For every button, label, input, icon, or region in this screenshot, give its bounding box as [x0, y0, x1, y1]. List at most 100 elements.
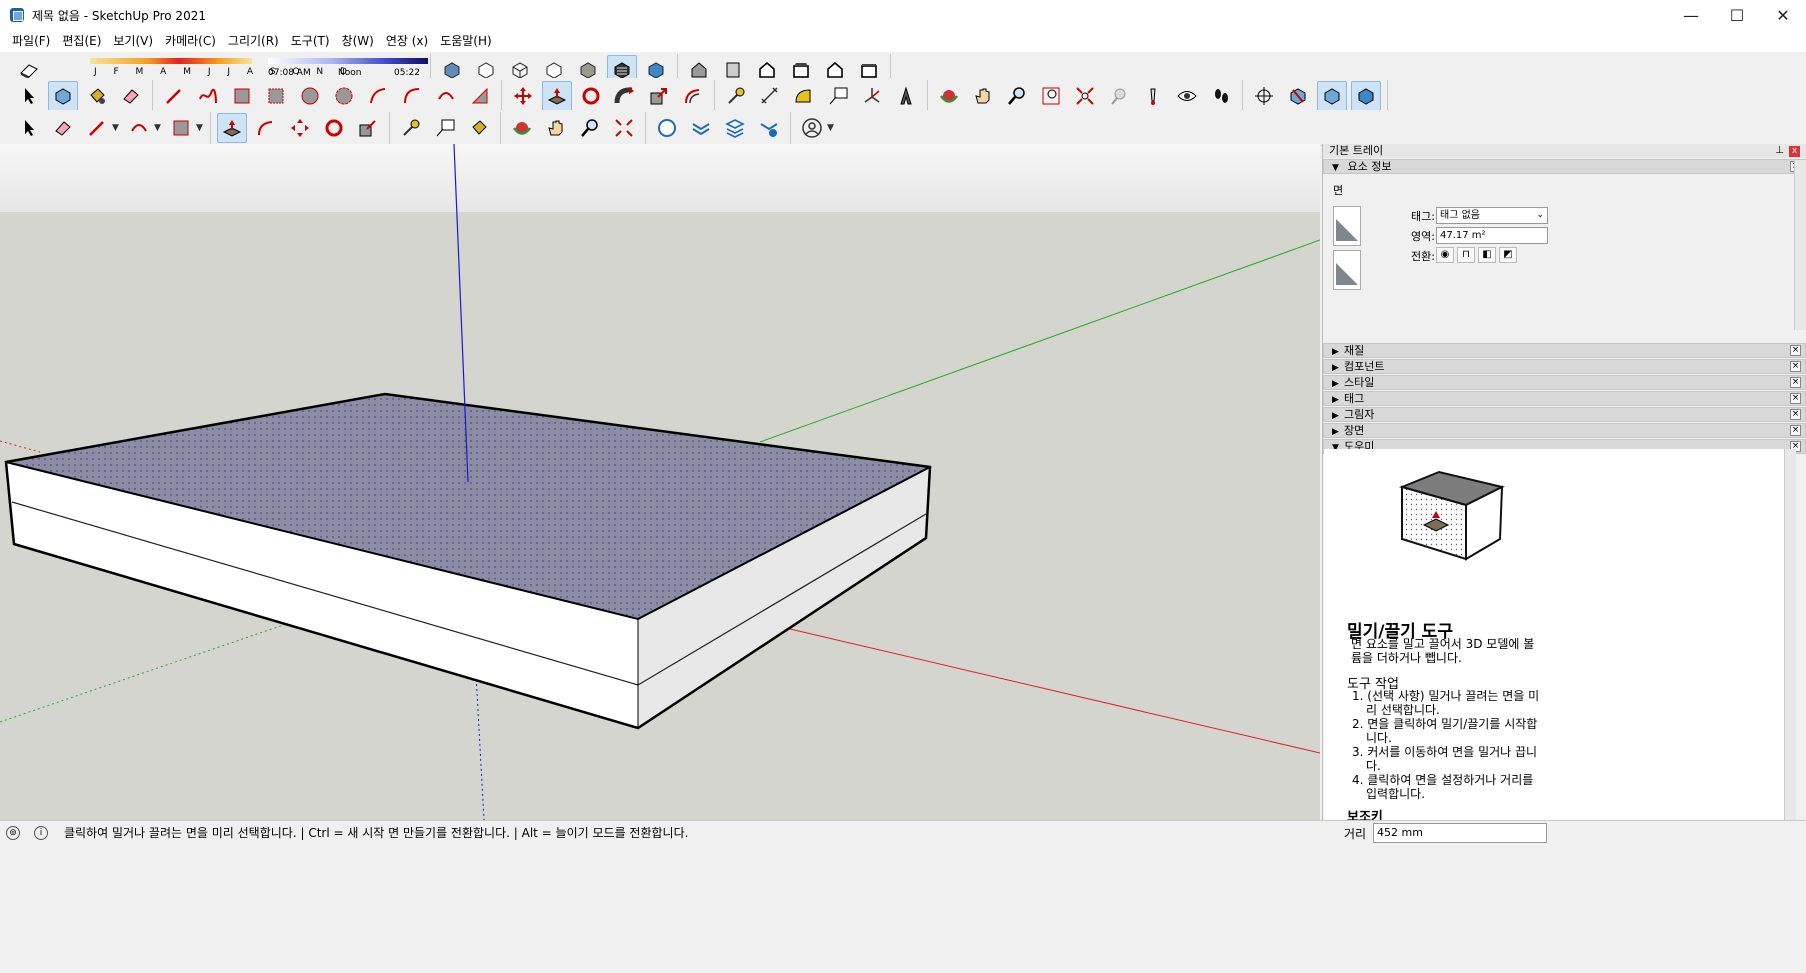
follow-me-button[interactable]	[610, 81, 640, 111]
rectangle-button-2[interactable]	[166, 113, 196, 143]
axes-button[interactable]	[857, 81, 887, 111]
arc-2-button[interactable]	[397, 81, 427, 111]
protractor-button[interactable]	[789, 81, 819, 111]
text-button[interactable]	[823, 81, 853, 111]
pin-icon[interactable]: ⊥	[1775, 144, 1784, 158]
arc-dropdown-icon[interactable]: ▼	[154, 123, 164, 133]
month-slider[interactable]	[90, 57, 252, 64]
3d-warehouse-button[interactable]	[652, 113, 682, 143]
zoom-button-2[interactable]	[575, 113, 605, 143]
menu-file[interactable]: 파일(F)	[6, 30, 56, 52]
eraser-button[interactable]	[116, 81, 146, 111]
instructor-scrollbar[interactable]	[1784, 449, 1796, 820]
account-dropdown-icon[interactable]: ▼	[827, 123, 837, 133]
zoom-window-button[interactable]	[1036, 81, 1066, 111]
line-dropdown-icon[interactable]: ▼	[112, 123, 122, 133]
entity-info-header[interactable]: ▼ 요소 정보 ×	[1323, 159, 1806, 174]
component-button[interactable]	[48, 80, 78, 111]
panel-components-close-icon[interactable]: ×	[1790, 361, 1801, 372]
scene-canvas[interactable]	[0, 144, 1320, 820]
previous-view-button[interactable]	[1104, 81, 1134, 111]
polygon-button[interactable]	[329, 81, 359, 111]
front-material-swatch[interactable]	[1333, 206, 1361, 246]
pan-button[interactable]	[968, 81, 998, 111]
display-section-fill-button[interactable]	[1351, 80, 1381, 111]
cast-shadows-icon[interactable]: ◩	[1499, 247, 1517, 263]
panel-shadows[interactable]: ▶ 그림자 ×	[1323, 407, 1806, 422]
panel-tags[interactable]: ▶ 태그 ×	[1323, 391, 1806, 406]
measurements-input[interactable]: 452 mm	[1373, 823, 1547, 843]
tray-scrollbar[interactable]	[1794, 160, 1806, 330]
account-button[interactable]	[797, 113, 827, 143]
dimension-button[interactable]	[755, 81, 785, 111]
menu-draw[interactable]: 그리기(R)	[222, 30, 285, 52]
time-slider[interactable]	[268, 57, 428, 64]
panel-scenes-close-icon[interactable]: ×	[1790, 425, 1801, 436]
arc-3-button[interactable]	[431, 81, 461, 111]
panel-materials-close-icon[interactable]: ×	[1790, 345, 1801, 356]
menu-help[interactable]: 도움말(H)	[434, 30, 498, 52]
panel-styles[interactable]: ▶ 스타일 ×	[1323, 375, 1806, 390]
modeling-viewport[interactable]	[0, 144, 1320, 820]
walk-button[interactable]	[1206, 81, 1236, 111]
panel-scenes[interactable]: ▶ 장면 ×	[1323, 423, 1806, 438]
scale-button-2[interactable]	[353, 113, 383, 143]
tag-select[interactable]: 태그 없음 ⌄	[1436, 207, 1548, 224]
move-button[interactable]	[508, 81, 538, 111]
geolocation-icon[interactable]: ⊚	[6, 825, 20, 840]
3d-text-button[interactable]	[891, 81, 921, 111]
section-plane-button[interactable]	[1249, 81, 1279, 111]
orbit-button-2[interactable]	[507, 113, 537, 143]
scale-button[interactable]	[644, 81, 674, 111]
panel-shadows-close-icon[interactable]: ×	[1790, 409, 1801, 420]
minimize-button[interactable]: —	[1668, 0, 1714, 30]
menu-extensions[interactable]: 연장 (x)	[380, 30, 434, 52]
zoom-extents-button[interactable]	[1070, 81, 1100, 111]
rotated-rectangle-button[interactable]	[261, 81, 291, 111]
offset-button[interactable]	[678, 81, 708, 111]
shape-dropdown-icon[interactable]: ▼	[196, 123, 206, 133]
rotate-button-2[interactable]	[319, 113, 349, 143]
rectangle-button[interactable]	[227, 81, 257, 111]
lock-icon[interactable]: ⊓	[1457, 247, 1475, 263]
look-around-button[interactable]	[1172, 81, 1202, 111]
menu-view[interactable]: 보기(V)	[107, 30, 159, 52]
paint-bucket-button-2[interactable]	[464, 113, 494, 143]
select-tool-button[interactable]	[14, 81, 44, 111]
line-tool-button-2[interactable]	[82, 113, 112, 143]
paint-bucket-button[interactable]	[82, 81, 112, 111]
line-tool-button[interactable]	[159, 81, 189, 111]
rotate-button[interactable]	[576, 81, 606, 111]
move-button-2[interactable]	[285, 113, 315, 143]
share-model-button[interactable]	[720, 113, 750, 143]
eraser-button-2[interactable]	[48, 113, 78, 143]
extension-warehouse-button[interactable]	[754, 113, 784, 143]
circle-button[interactable]	[295, 81, 325, 111]
visibility-eye-icon[interactable]: ◉	[1436, 247, 1454, 263]
menu-camera[interactable]: 카메라(C)	[159, 30, 222, 52]
orbit-button[interactable]	[934, 81, 964, 111]
display-section-planes-button[interactable]	[1283, 81, 1313, 111]
offset-button-2[interactable]	[251, 113, 281, 143]
panel-materials[interactable]: ▶ 재질 ×	[1323, 343, 1806, 358]
push-pull-button-2[interactable]	[217, 112, 247, 143]
select-tool-button-2[interactable]	[14, 113, 44, 143]
panel-styles-close-icon[interactable]: ×	[1790, 377, 1801, 388]
freehand-button[interactable]	[193, 81, 223, 111]
zoom-button[interactable]	[1002, 81, 1032, 111]
tape-measure-button-2[interactable]	[396, 113, 426, 143]
menu-edit[interactable]: 편집(E)	[56, 30, 107, 52]
zoom-extents-button-2[interactable]	[609, 113, 639, 143]
pan-button-2[interactable]	[541, 113, 571, 143]
close-button[interactable]: ✕	[1760, 0, 1806, 30]
arc-button-2[interactable]	[124, 113, 154, 143]
menu-tools[interactable]: 도구(T)	[285, 30, 336, 52]
panel-components[interactable]: ▶ 컴포넌트 ×	[1323, 359, 1806, 374]
panel-tags-close-icon[interactable]: ×	[1790, 393, 1801, 404]
position-camera-button[interactable]	[1138, 81, 1168, 111]
maximize-button[interactable]: ☐	[1714, 0, 1760, 30]
tray-close-icon[interactable]: x	[1789, 146, 1800, 157]
receive-shadows-icon[interactable]: ◧	[1478, 247, 1496, 263]
info-icon[interactable]: i	[34, 825, 48, 840]
pie-button[interactable]	[465, 81, 495, 111]
